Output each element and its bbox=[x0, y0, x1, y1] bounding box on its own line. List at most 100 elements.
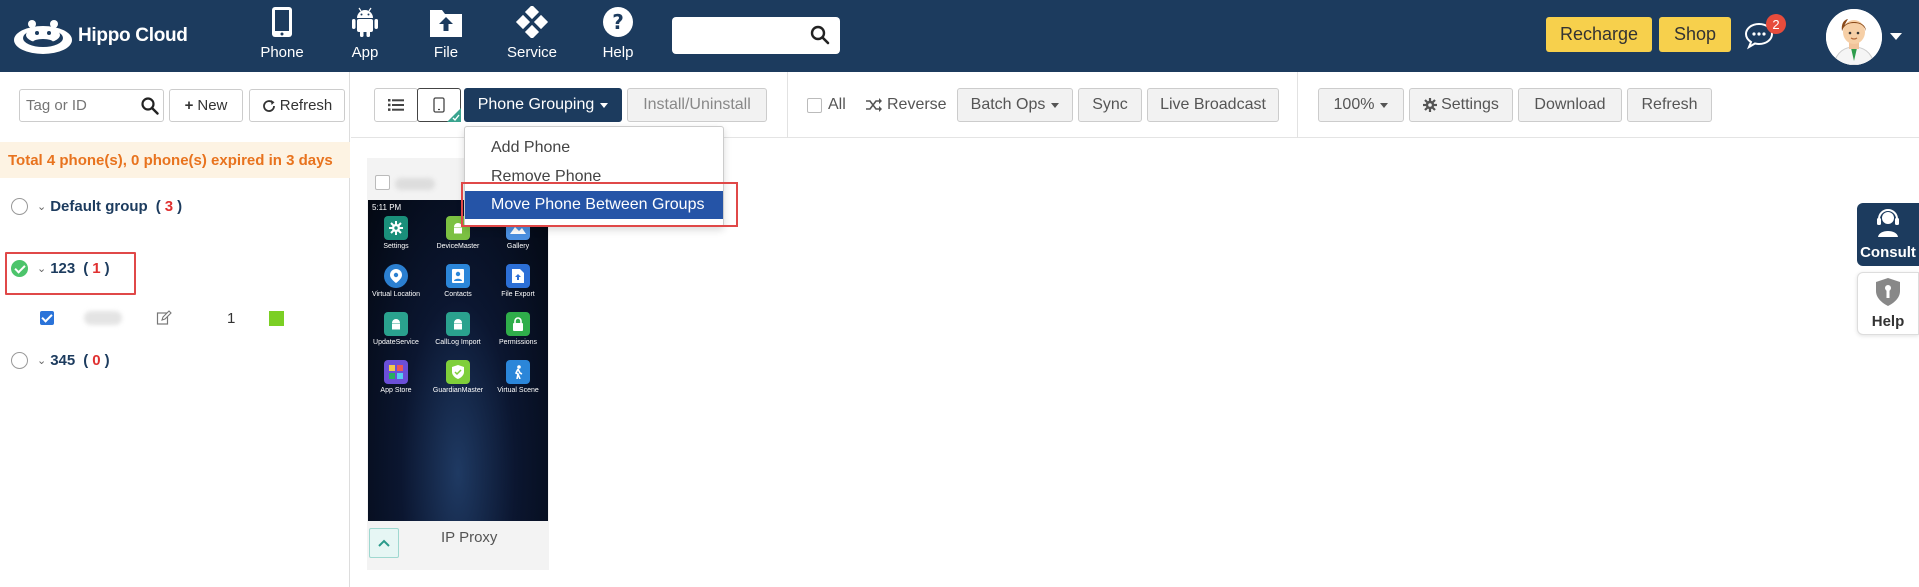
grid-view-button[interactable] bbox=[417, 88, 461, 122]
caret-down-icon bbox=[1051, 102, 1060, 108]
selected-check-icon bbox=[447, 108, 461, 122]
app-virtual-scene[interactable]: Virtual Scene bbox=[490, 360, 546, 394]
messages-badge: 2 bbox=[1766, 14, 1786, 34]
user-avatar[interactable] bbox=[1826, 9, 1882, 65]
nav-item-app[interactable]: App bbox=[327, 6, 403, 66]
select-all-checkbox[interactable] bbox=[807, 97, 822, 113]
group-row-default[interactable]: ⌄ Default group ( 3 ) bbox=[11, 194, 186, 218]
sync-button[interactable]: Sync bbox=[1078, 88, 1142, 122]
file-upload-icon bbox=[430, 10, 462, 37]
app-label: App Store bbox=[380, 387, 412, 394]
refresh-icon bbox=[262, 99, 275, 112]
group-count-close-paren: ) bbox=[177, 197, 183, 215]
file-export-icon bbox=[506, 264, 530, 288]
search-icon[interactable] bbox=[141, 97, 159, 115]
app-settings[interactable]: Settings bbox=[368, 216, 424, 250]
app-permissions[interactable]: Permissions bbox=[490, 312, 546, 346]
consult-label: Consult bbox=[1860, 244, 1916, 261]
app-label: Permissions bbox=[498, 339, 538, 346]
help-widget[interactable]: Help bbox=[1857, 272, 1919, 335]
collapse-card-button[interactable] bbox=[369, 528, 399, 558]
nav-item-service[interactable]: Service bbox=[494, 6, 570, 66]
app-label: DeviceMaster bbox=[436, 243, 480, 250]
user-avatar-icon bbox=[1826, 9, 1882, 65]
help-shield-icon bbox=[1876, 278, 1900, 306]
toolbar-divider bbox=[787, 72, 788, 138]
list-view-button[interactable] bbox=[374, 88, 418, 122]
search-icon[interactable] bbox=[810, 25, 830, 45]
reverse-selection-button[interactable]: Reverse bbox=[866, 88, 947, 122]
new-group-button[interactable]: + New bbox=[169, 89, 243, 122]
phone-view-icon bbox=[433, 97, 445, 113]
app-label: Virtual Location bbox=[371, 291, 421, 298]
ip-proxy-label[interactable]: IP Proxy bbox=[441, 529, 497, 546]
nav-item-help[interactable]: ? Help bbox=[580, 6, 656, 66]
chevron-down-icon[interactable]: ⌄ bbox=[37, 200, 46, 213]
app-contacts[interactable]: Contacts bbox=[430, 264, 486, 298]
app-store[interactable]: App Store bbox=[368, 360, 424, 394]
app-guardianmaster[interactable]: GuardianMaster bbox=[430, 360, 486, 394]
live-broadcast-button[interactable]: Live Broadcast bbox=[1147, 88, 1279, 122]
android-icon bbox=[384, 312, 408, 336]
consult-widget[interactable]: Consult bbox=[1857, 203, 1919, 266]
edit-icon[interactable] bbox=[156, 310, 172, 326]
android-icon bbox=[352, 7, 378, 37]
contacts-icon bbox=[446, 264, 470, 288]
phone-checkbox[interactable] bbox=[40, 311, 54, 325]
menu-item-add-phone[interactable]: Add Phone bbox=[465, 134, 723, 162]
person-walking-icon bbox=[506, 360, 530, 384]
recharge-button[interactable]: Recharge bbox=[1546, 17, 1652, 52]
refresh-groups-button[interactable]: Refresh bbox=[249, 89, 345, 122]
select-all-toggle[interactable]: All bbox=[807, 88, 846, 122]
nav-item-phone[interactable]: Phone bbox=[244, 6, 320, 66]
service-icon bbox=[515, 6, 549, 38]
group-radio[interactable] bbox=[11, 197, 28, 215]
phone-grouping-dropdown[interactable]: Phone Grouping bbox=[464, 88, 622, 122]
phone-card-checkbox[interactable] bbox=[375, 175, 390, 190]
group-sidebar: + New Refresh Total 4 phone(s), 0 phone(… bbox=[0, 72, 350, 587]
refresh-button[interactable]: Refresh bbox=[1627, 88, 1712, 122]
help-icon: ? bbox=[603, 7, 633, 37]
phone-grouping-label: Phone Grouping bbox=[477, 96, 595, 113]
app-updateservice[interactable]: UpdateService bbox=[368, 312, 424, 346]
nav-item-file[interactable]: File bbox=[408, 6, 484, 66]
download-button[interactable]: Download bbox=[1518, 88, 1622, 122]
brand-logo[interactable]: Hippo Cloud bbox=[12, 16, 188, 56]
batch-ops-dropdown[interactable]: Batch Ops bbox=[957, 88, 1073, 122]
group-count: 0 bbox=[92, 351, 101, 369]
zoom-label: 100% bbox=[1333, 96, 1375, 113]
svg-text:?: ? bbox=[612, 10, 624, 34]
app-label: UpdateService bbox=[373, 339, 419, 346]
menu-item-remove-phone[interactable]: Remove Phone bbox=[465, 163, 723, 191]
avatar-dropdown-caret[interactable] bbox=[1890, 33, 1902, 40]
app-label: Contacts bbox=[444, 291, 472, 298]
zoom-dropdown[interactable]: 100% bbox=[1318, 88, 1404, 122]
toolbar-divider bbox=[1297, 72, 1298, 138]
app-label: CallLog Import bbox=[435, 339, 481, 346]
app-store-icon bbox=[384, 360, 408, 384]
phone-screen-preview[interactable]: 5:11 PM Settings DeviceMaster Gallery Vi… bbox=[368, 200, 548, 521]
global-search-input[interactable] bbox=[680, 17, 800, 52]
settings-label: Settings bbox=[1441, 96, 1499, 113]
settings-button[interactable]: Settings bbox=[1409, 88, 1513, 122]
shop-button[interactable]: Shop bbox=[1659, 17, 1731, 52]
menu-item-move-phone-between-groups[interactable]: Move Phone Between Groups bbox=[465, 191, 723, 219]
install-uninstall-button[interactable]: Install/Uninstall bbox=[627, 88, 767, 122]
app-file-export[interactable]: File Export bbox=[490, 264, 546, 298]
tag-id-search-input[interactable] bbox=[26, 90, 141, 121]
group-name: 345 bbox=[50, 351, 76, 369]
phone-status-indicator bbox=[269, 310, 284, 326]
customer-service-icon bbox=[1877, 209, 1899, 237]
nav-item-label: File bbox=[433, 44, 459, 61]
app-virtual-location[interactable]: Virtual Location bbox=[368, 264, 424, 298]
group-radio[interactable] bbox=[11, 351, 28, 369]
group-row-345[interactable]: ⌄ 345 ( 0 ) bbox=[11, 348, 114, 372]
chevron-up-icon bbox=[378, 539, 390, 547]
list-icon bbox=[388, 99, 404, 111]
help-widget-label: Help bbox=[1871, 313, 1905, 330]
app-calllog-import[interactable]: CallLog Import bbox=[430, 312, 486, 346]
group-count-open-paren: ( bbox=[155, 197, 161, 215]
phone-number: 1 bbox=[227, 309, 236, 327]
phone-icon bbox=[272, 7, 292, 37]
chevron-down-icon[interactable]: ⌄ bbox=[37, 354, 46, 367]
